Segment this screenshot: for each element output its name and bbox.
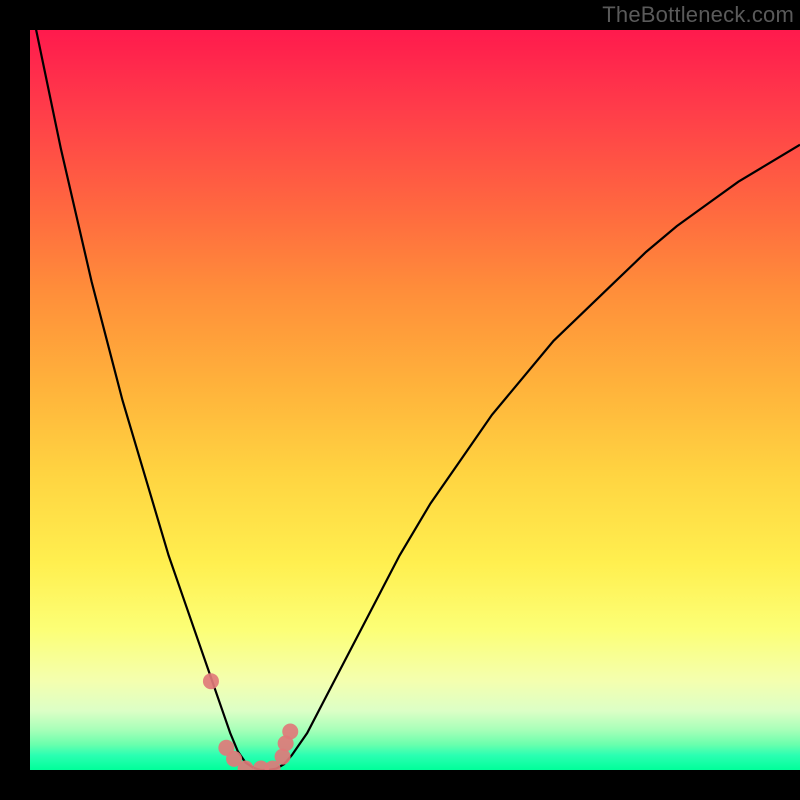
data-marker bbox=[282, 724, 298, 740]
data-marker bbox=[275, 749, 291, 765]
bottom-border bbox=[30, 770, 800, 800]
data-marker bbox=[203, 673, 219, 689]
watermark-text: TheBottleneck.com bbox=[602, 2, 794, 28]
curve-markers bbox=[203, 673, 298, 770]
bottleneck-curve bbox=[30, 30, 800, 770]
curve-line bbox=[30, 30, 800, 770]
chart-frame: TheBottleneck.com bbox=[0, 0, 800, 800]
plot-area bbox=[30, 30, 800, 770]
